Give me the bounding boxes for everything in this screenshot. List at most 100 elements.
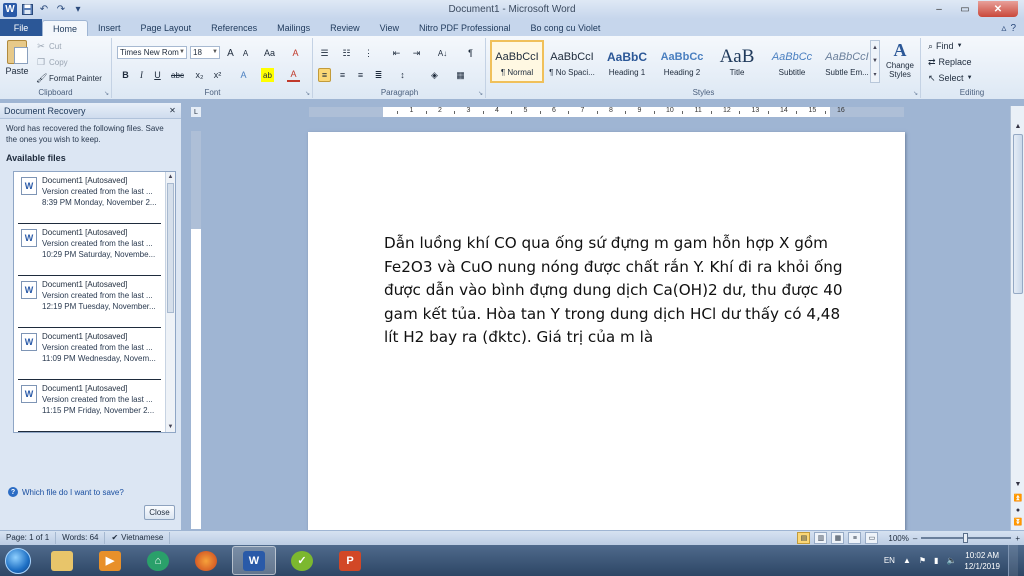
clear-formatting-button[interactable]: A (289, 46, 302, 60)
close-pane-icon[interactable]: ✕ (167, 105, 178, 116)
action-center-icon[interactable]: ⚑ (919, 556, 926, 565)
chevron-up-icon[interactable]: ▲ (1012, 120, 1024, 132)
more-icon[interactable]: ▾ (873, 71, 876, 78)
document-scrollbar[interactable]: ▲ ▼ ⏫ ● ⏬ (1010, 106, 1024, 530)
numbering-icon[interactable]: ☷ (340, 46, 353, 60)
font-size-combo[interactable]: 18 ▼ (190, 46, 220, 59)
bold-button[interactable]: B (119, 68, 132, 82)
bullets-icon[interactable]: ☰ (318, 46, 331, 60)
underline-button[interactable]: U (151, 68, 164, 82)
taskbar-word[interactable]: W (232, 546, 276, 575)
undo-icon[interactable]: ↶ (37, 3, 51, 17)
paste-button[interactable]: Paste (4, 40, 30, 84)
styles-gallery-scroll[interactable]: ▲ ▼ ▾ (870, 40, 880, 83)
close-window-button[interactable]: ✕ (978, 1, 1018, 17)
list-item[interactable]: W Document1 [Autosaved] Version created … (18, 330, 161, 380)
chevron-down-icon[interactable]: ▼ (166, 422, 175, 432)
grow-font-button[interactable]: A (224, 46, 237, 60)
outline-icon[interactable]: ≡ (848, 532, 862, 544)
help-icon[interactable]: ? (1010, 23, 1016, 34)
style-subtle-emphasis[interactable]: AaBbCcI Subtle Em... (820, 40, 874, 83)
strikethrough-button[interactable]: abc (171, 68, 184, 82)
horizontal-ruler[interactable]: 1 2 3 4 5 6 7 8 9 10 11 12 13 14 15 16 (308, 106, 905, 118)
vertical-ruler[interactable] (190, 130, 202, 530)
style-no-spacing[interactable]: AaBbCcI ¶ No Spaci... (545, 40, 599, 83)
change-case-button[interactable]: Aa (263, 46, 276, 60)
taskbar-firefox[interactable] (184, 546, 228, 575)
style-heading-1[interactable]: AaBbC Heading 1 (600, 40, 654, 83)
tab-view[interactable]: View (370, 20, 409, 36)
increase-indent-icon[interactable]: ⇥ (410, 46, 423, 60)
document-body-text[interactable]: Dẫn luồng khí CO qua ống sứ đựng m gam h… (384, 232, 844, 350)
tab-home[interactable]: Home (42, 20, 89, 36)
file-list-scrollbar[interactable]: ▲ ▼ (165, 172, 175, 432)
text-effects-button[interactable]: A (237, 68, 250, 82)
input-language[interactable]: EN (884, 556, 895, 565)
line-spacing-icon[interactable]: ↕ (396, 68, 409, 82)
chevron-up-icon[interactable]: ▲ (872, 45, 878, 51)
tab-file[interactable]: File (0, 19, 42, 36)
find-button[interactable]: ⌕ Find ▼ (928, 39, 963, 53)
list-item[interactable]: W Document1 [Autosaved] Version created … (18, 278, 161, 328)
draft-icon[interactable]: ▭ (865, 532, 879, 544)
style-heading-2[interactable]: AaBbCc Heading 2 (655, 40, 709, 83)
volume-icon[interactable]: 🔈 (946, 556, 956, 565)
style-normal[interactable]: AaBbCcI ¶ Normal (490, 40, 544, 83)
show-hidden-icons-icon[interactable]: ▲ (903, 556, 911, 565)
shading-icon[interactable]: ◈ (428, 68, 441, 82)
change-styles-button[interactable]: A Change Styles (882, 40, 918, 84)
copy-button[interactable]: ❐ Copy (36, 56, 68, 69)
save-icon[interactable] (20, 3, 34, 17)
scroll-thumb[interactable] (167, 183, 174, 313)
select-button[interactable]: ↖ Select ▼ (928, 71, 973, 85)
tab-references[interactable]: References (201, 20, 267, 36)
customize-qat-icon[interactable]: ▾ (71, 3, 85, 17)
browse-object-icon[interactable]: ● (1012, 504, 1024, 516)
superscript-button[interactable]: x² (211, 68, 224, 82)
network-icon[interactable]: ▮ (934, 556, 938, 565)
taskbar-explorer[interactable] (40, 546, 84, 575)
cut-button[interactable]: ✂ Cut (36, 40, 61, 53)
list-item[interactable]: W Document1 [Autosaved] Version created … (18, 382, 161, 432)
close-button[interactable]: Close (144, 505, 175, 520)
redo-icon[interactable]: ↷ (54, 3, 68, 17)
highlight-button[interactable]: ab (261, 68, 274, 82)
clipboard-launcher-icon[interactable]: ↘ (104, 90, 109, 97)
paragraph-launcher-icon[interactable]: ↘ (478, 90, 483, 97)
tab-insert[interactable]: Insert (88, 20, 131, 36)
scroll-thumb[interactable] (1013, 134, 1023, 294)
zoom-level[interactable]: 100% (888, 534, 908, 543)
align-center-icon[interactable]: ≡ (336, 68, 349, 82)
clock[interactable]: 10:02 AM 12/1/2019 (964, 550, 1000, 572)
zoom-out-button[interactable]: – (913, 534, 917, 543)
next-page-icon[interactable]: ⏬ (1012, 516, 1024, 528)
taskbar-powerpoint[interactable]: P (328, 546, 372, 575)
list-item[interactable]: W Document1 [Autosaved] Version created … (18, 226, 161, 276)
chevron-down-icon[interactable]: ▼ (1012, 478, 1024, 490)
sort-icon[interactable]: A↓ (436, 46, 449, 60)
zoom-slider[interactable] (921, 533, 1012, 543)
taskbar-media-player[interactable]: ▶ (88, 546, 132, 575)
start-button[interactable] (0, 545, 36, 576)
previous-page-icon[interactable]: ⏫ (1012, 492, 1024, 504)
document-page[interactable]: Dẫn luồng khí CO qua ống sứ đựng m gam h… (308, 132, 905, 530)
show-desktop-button[interactable] (1008, 545, 1018, 576)
style-subtitle[interactable]: AaBbCc Subtitle (765, 40, 819, 83)
page-count[interactable]: Page: 1 of 1 (0, 532, 57, 544)
align-left-icon[interactable]: ≡ (318, 68, 331, 82)
language-indicator[interactable]: ✔ Vietnamese (105, 532, 171, 544)
tab-page-layout[interactable]: Page Layout (131, 20, 202, 36)
full-screen-reading-icon[interactable]: ▥ (814, 532, 828, 544)
print-layout-icon[interactable]: ▤ (797, 532, 811, 544)
subscript-button[interactable]: x₂ (193, 68, 206, 82)
font-launcher-icon[interactable]: ↘ (305, 90, 310, 97)
borders-icon[interactable]: ▦ (454, 68, 467, 82)
font-color-button[interactable]: A (287, 68, 300, 82)
chevron-down-icon[interactable]: ▼ (872, 58, 878, 64)
tab-review[interactable]: Review (320, 20, 370, 36)
format-painter-button[interactable]: 🖌 Format Painter (36, 72, 102, 85)
align-right-icon[interactable]: ≡ (354, 68, 367, 82)
word-app-icon[interactable]: W (3, 2, 17, 17)
taskbar-app-green[interactable]: ⌂ (136, 546, 180, 575)
show-formatting-icon[interactable]: ¶ (464, 46, 477, 60)
